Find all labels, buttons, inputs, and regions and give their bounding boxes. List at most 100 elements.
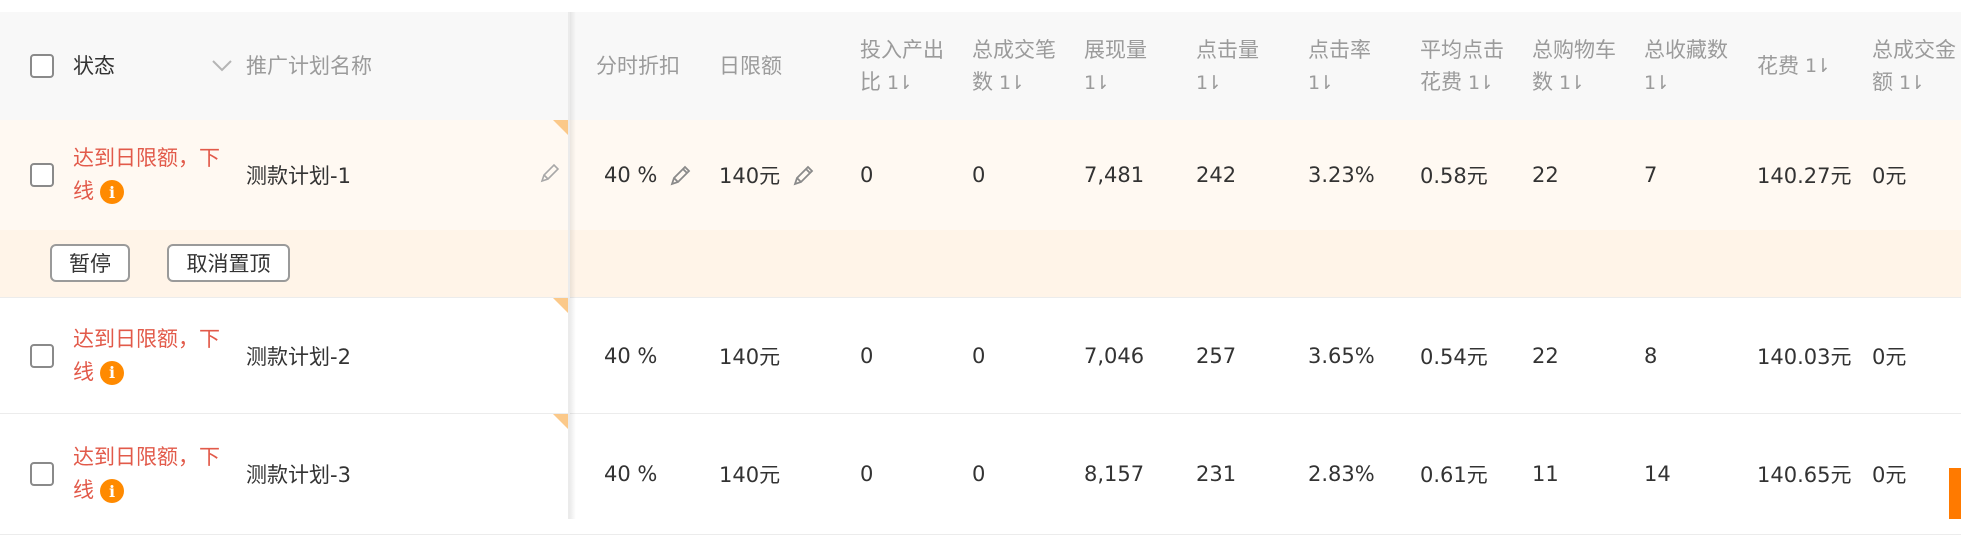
col-header-favorites-line1: 总收藏数 [1644,37,1728,62]
cpc-value: 0.54元 [1420,344,1488,369]
info-icon[interactable]: i [100,180,124,204]
status-header-label: 状态 [73,54,115,78]
col-header-impressions-line1: 展现量 [1084,37,1147,62]
row-status: 达到日限额，下 线i [73,120,233,230]
status-text-line1: 达到日限额，下 [73,445,220,469]
ctr-value: 3.23% [1308,163,1375,187]
roi-value: 0 [860,343,874,368]
select-all-checkbox[interactable] [30,54,54,78]
table-header: 状态 推广计划名称 分时折扣 日限额 投入产出 比 1⇂ 总成交笔 数 1⇂ 展… [0,12,1961,121]
pencil-icon [539,162,561,189]
sort-icon[interactable]: 1⇂ [1468,72,1494,94]
roi-value: 0 [860,462,874,486]
fixed-column-shadow [570,12,576,519]
col-header-daily-limit: 日限额 [719,12,782,120]
discount-value: 40 % [604,163,658,187]
cpc-value: 0.61元 [1420,463,1488,487]
horizontal-scrollbar-thumb[interactable] [1949,468,1961,519]
col-header-gmv-line2: 额 [1872,69,1893,94]
col-header-ctr[interactable]: 点击率 1⇂ [1308,12,1371,120]
cost-value: 140.27元 [1757,164,1852,188]
discount-cell: 40 % [604,120,693,230]
clicks-value: 242 [1196,163,1237,187]
edit-name-button[interactable] [539,120,561,230]
sort-icon[interactable]: 1⇂ [1084,72,1110,94]
edit-discount-pencil-icon[interactable] [669,163,693,187]
discount-value: 40 % [604,462,658,486]
carts-value: 22 [1532,163,1559,187]
col-header-orders-line2: 数 [972,69,993,94]
col-header-discount: 分时折扣 [596,12,680,120]
sort-icon[interactable]: 1⇂ [887,72,913,94]
col-header-gmv[interactable]: 总成交金 额 1⇂ [1872,12,1956,120]
col-header-favorites[interactable]: 总收藏数 1⇂ [1644,12,1728,120]
impressions-value: 8,157 [1084,462,1145,486]
campaign-table: 状态 推广计划名称 分时折扣 日限额 投入产出 比 1⇂ 总成交笔 数 1⇂ 展… [0,12,1961,535]
col-header-clicks-line1: 点击量 [1196,37,1259,62]
col-header-cpc-line1: 平均点击 [1420,37,1504,62]
col-header-cost-label: 花费 [1757,54,1799,78]
discount-value: 40 % [604,343,658,368]
sort-icon[interactable]: 1⇂ [1308,72,1334,94]
col-header-carts-line1: 总购物车 [1532,37,1616,62]
cost-value: 140.03元 [1757,344,1852,369]
row-checkbox[interactable] [30,163,54,187]
col-header-roi[interactable]: 投入产出 比 1⇂ [860,12,944,120]
gmv-value: 0元 [1872,344,1907,369]
header-select-all [30,12,54,120]
col-header-roi-line1: 投入产出 [860,37,944,62]
sort-icon[interactable]: 1⇂ [1196,72,1222,94]
col-header-daily-limit-label: 日限额 [719,54,782,78]
carts-value: 22 [1532,343,1559,368]
col-header-carts[interactable]: 总购物车 数 1⇂ [1532,12,1616,120]
favorites-value: 8 [1644,343,1658,368]
table-row[interactable]: 达到日限额，下 线i 测款计划-2 40 % 140元 0 0 7,046 25… [0,298,1961,414]
campaign-name[interactable]: 测款计划-1 [246,120,351,230]
col-header-impressions[interactable]: 展现量 1⇂ [1084,12,1147,120]
col-header-cpc[interactable]: 平均点击 花费 1⇂ [1420,12,1504,120]
campaign-name[interactable]: 测款计划-2 [246,298,351,413]
row-select [30,414,54,534]
table-row[interactable]: 达到日限额，下 线i 测款计划-1 40 % 140元 0 0 7,481 24… [0,120,1961,231]
chevron-down-icon[interactable] [211,50,233,82]
row-status: 达到日限额，下 线i [73,414,233,534]
col-header-carts-line2: 数 [1532,69,1553,94]
col-header-orders[interactable]: 总成交笔 数 1⇂ [972,12,1056,120]
info-icon[interactable]: i [100,360,124,385]
pause-button[interactable]: 暂停 [50,244,130,282]
col-header-cpc-line2: 花费 [1420,69,1462,94]
status-header[interactable]: 状态 [73,12,233,120]
favorites-value: 7 [1644,163,1658,187]
row-select [30,120,54,230]
clicks-value: 231 [1196,462,1237,486]
row-checkbox[interactable] [30,343,54,368]
cost-value: 140.65元 [1757,463,1852,487]
col-header-cost[interactable]: 花费 1⇂ [1757,12,1831,120]
cpc-value: 0.58元 [1420,164,1488,188]
row-checkbox[interactable] [30,462,54,486]
campaign-name[interactable]: 测款计划-3 [246,414,351,534]
table-row[interactable]: 达到日限额，下 线i 测款计划-3 40 % 140元 0 0 8,157 23… [0,414,1961,535]
impressions-value: 7,046 [1084,343,1145,368]
col-header-ctr-line1: 点击率 [1308,37,1371,62]
gmv-value: 0元 [1872,463,1907,487]
info-icon[interactable]: i [100,479,124,503]
gmv-value: 0元 [1872,164,1907,188]
col-header-roi-line2: 比 [860,69,881,94]
status-text-line2: 线 [73,478,94,502]
status-text-line1: 达到日限额，下 [73,326,220,351]
pinned-corner-marker [553,414,569,430]
ctr-value: 2.83% [1308,462,1375,486]
sort-icon[interactable]: 1⇂ [1899,72,1925,94]
sort-icon[interactable]: 1⇂ [1805,50,1831,82]
sort-icon[interactable]: 1⇂ [1559,72,1585,94]
sort-icon[interactable]: 1⇂ [999,72,1025,94]
favorites-value: 14 [1644,462,1671,486]
impressions-value: 7,481 [1084,163,1145,187]
sort-icon[interactable]: 1⇂ [1644,72,1670,94]
edit-daily-limit-pencil-icon[interactable] [792,163,816,187]
col-header-clicks[interactable]: 点击量 1⇂ [1196,12,1259,120]
daily-limit-value: 140元 [719,164,781,188]
unpin-button[interactable]: 取消置顶 [167,244,290,282]
clicks-value: 257 [1196,343,1237,368]
